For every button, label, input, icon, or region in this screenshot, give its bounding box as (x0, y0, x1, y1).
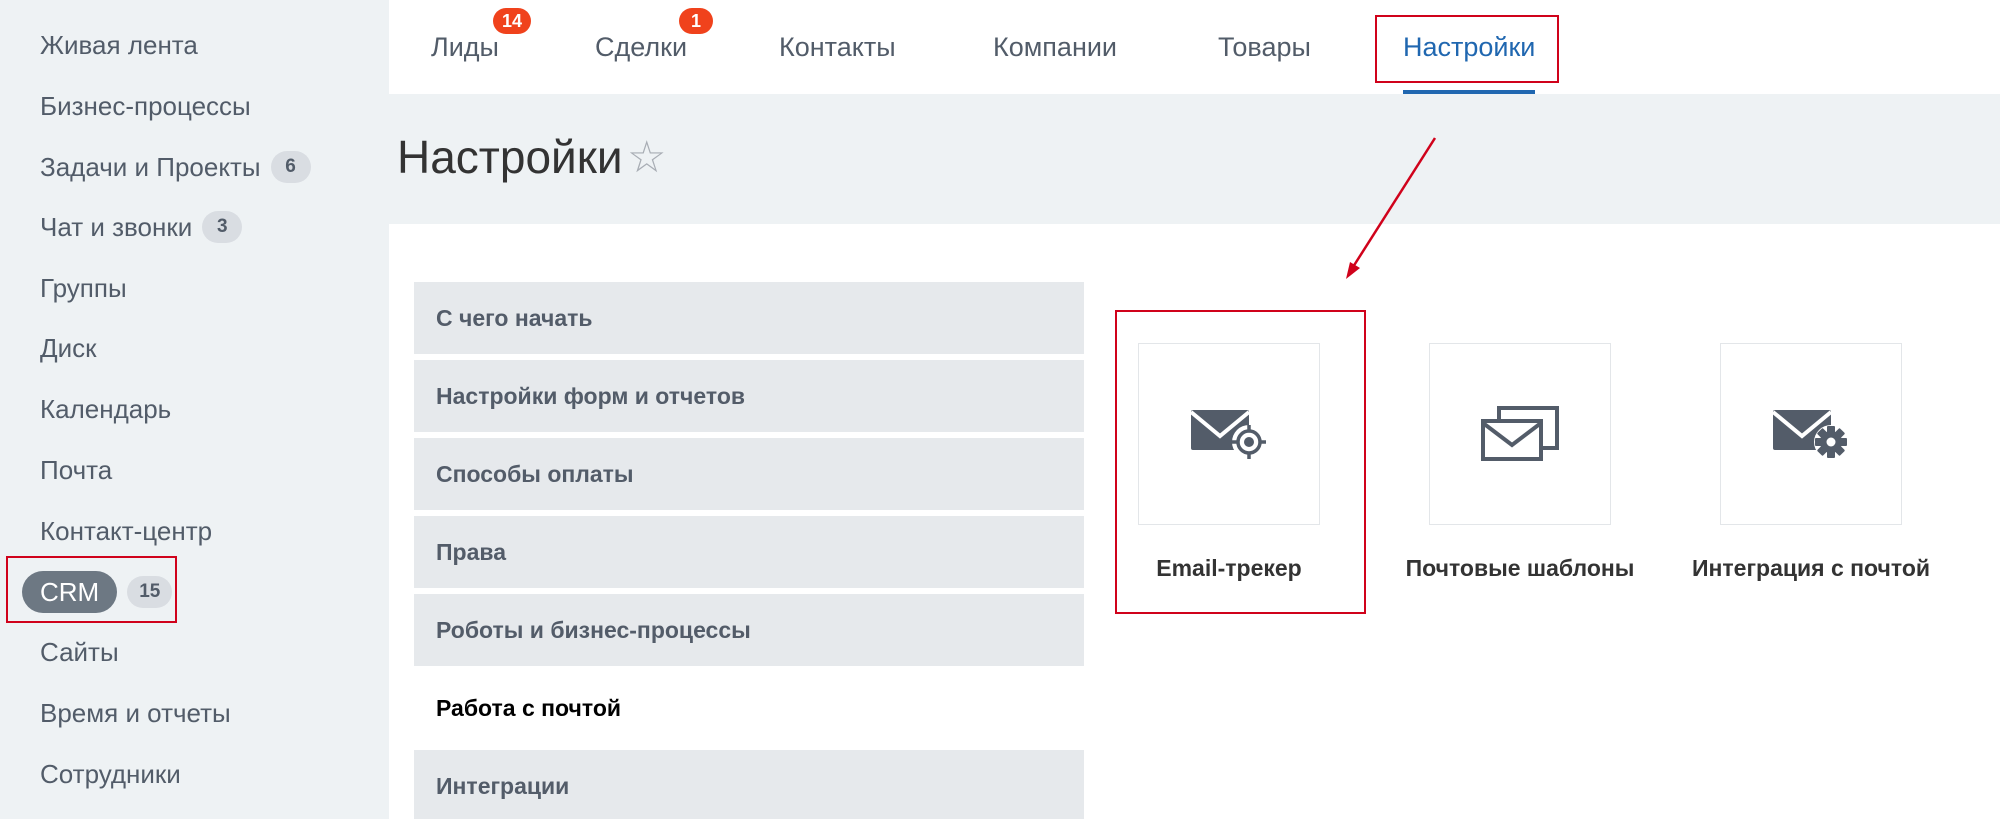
tab-settings[interactable]: Настройки (1403, 0, 1536, 94)
tab-label: Товары (1218, 31, 1311, 62)
sidebar-item-label: Сотрудники (40, 758, 181, 789)
tab-products[interactable]: Товары (1218, 0, 1311, 94)
tab-contacts[interactable]: Контакты (779, 0, 896, 94)
sidebar-item-sites[interactable]: Сайты (40, 628, 119, 676)
tile-email-tracker[interactable]: Email-трекер (1138, 343, 1320, 583)
sidebar-item-business-processes[interactable]: Бизнес-процессы (40, 82, 251, 130)
sidebar-item-label: CRM (22, 571, 118, 613)
sidebar-item-mail[interactable]: Почта (40, 446, 112, 494)
tile-icon-box (1138, 343, 1320, 525)
tab-label: Лиды (431, 31, 499, 62)
sidebar-item-groups[interactable]: Группы (40, 264, 127, 312)
page-header: Настройки ☆ (389, 94, 2000, 224)
menu-item-payment-methods[interactable]: Способы оплаты (414, 438, 1084, 510)
crm-count-badge: 15 (127, 576, 173, 608)
menu-item-integrations[interactable]: Интеграции (414, 750, 1084, 819)
menu-item-label: Способы оплаты (436, 460, 634, 487)
tab-deals[interactable]: Сделки 1 (595, 0, 713, 94)
sidebar-item-label: Почта (40, 454, 113, 485)
menu-item-label: Работа с почтой (436, 694, 622, 721)
menu-item-label: С чего начать (436, 304, 593, 331)
deals-counter-badge: 1 (679, 8, 713, 34)
sidebar-item-label: Группы (40, 272, 127, 303)
menu-item-getting-started[interactable]: С чего начать (414, 282, 1084, 354)
settings-menu: С чего начать Настройки форм и отчетов С… (414, 282, 1084, 819)
tab-leads[interactable]: Лиды 14 (431, 0, 532, 94)
sidebar-item-label: Бизнес-процессы (40, 90, 251, 121)
chat-count-badge: 3 (202, 211, 243, 243)
sidebar-item-label: Задачи и Проекты (40, 151, 261, 182)
tile-label: Email-трекер (1156, 555, 1302, 581)
sidebar-item-employees[interactable]: Сотрудники (40, 750, 181, 798)
sidebar-item-label: Диск (40, 332, 97, 363)
menu-item-label: Роботы и бизнес-процессы (436, 616, 751, 643)
menu-item-forms-reports[interactable]: Настройки форм и отчетов (414, 360, 1084, 432)
sidebar-item-label: Чат и звонки (40, 211, 193, 242)
sidebar-item-crm[interactable]: CRM 15 (22, 568, 173, 616)
tab-label: Контакты (779, 31, 896, 62)
sidebar-item-time-reports[interactable]: Время и отчеты (40, 689, 231, 737)
menu-item-label: Интеграции (436, 772, 570, 799)
sidebar-item-label: Контакт-центр (40, 515, 213, 546)
tile-mail-templates[interactable]: Почтовые шаблоны (1406, 343, 1634, 583)
tab-label: Компании (993, 31, 1118, 62)
sidebar-item-live-feed[interactable]: Живая лента (40, 21, 198, 69)
sidebar-item-label: Календарь (40, 393, 172, 424)
menu-item-robots[interactable]: Роботы и бизнес-процессы (414, 594, 1084, 666)
favorite-star-icon[interactable]: ☆ (627, 132, 666, 183)
tasks-count-badge: 6 (270, 151, 311, 183)
sidebar-item-label: Живая лента (40, 29, 198, 60)
tab-label: Настройки (1403, 31, 1536, 62)
sidebar-item-calendar[interactable]: Календарь (40, 385, 171, 433)
menu-item-mail-work[interactable]: Работа с почтой (414, 672, 1084, 744)
tab-label: Сделки (595, 31, 688, 62)
page-title: Настройки (397, 131, 623, 183)
sidebar-item-label: Время и отчеты (40, 697, 231, 728)
mail-templates-icon (1481, 406, 1559, 461)
tab-companies[interactable]: Компании (993, 0, 1117, 94)
menu-item-label: Настройки форм и отчетов (436, 382, 746, 409)
settings-content: С чего начать Настройки форм и отчетов С… (389, 224, 2000, 819)
crm-tabs-bar: Лиды 14 Сделки 1 Контакты Компании Товар… (389, 0, 2000, 94)
tile-label: Интеграция с почтой (1691, 555, 1931, 581)
sidebar-item-chat[interactable]: Чат и звонки 3 (40, 203, 243, 251)
email-tracker-icon (1189, 410, 1266, 459)
mail-settings-icon (1771, 410, 1848, 459)
tile-mail-integration[interactable]: Интеграция с почтой (1692, 343, 1930, 583)
tile-icon-box (1720, 343, 1902, 525)
sidebar-item-tasks[interactable]: Задачи и Проекты 6 (40, 143, 311, 191)
sidebar-item-contact-center[interactable]: Контакт-центр (40, 507, 212, 555)
menu-item-permissions[interactable]: Права (414, 516, 1084, 588)
tile-label: Почтовые шаблоны (1405, 555, 1635, 581)
sidebar-item-label: Сайты (40, 636, 119, 667)
menu-item-label: Права (436, 538, 506, 565)
tile-icon-box (1429, 343, 1611, 525)
sidebar-item-disk[interactable]: Диск (40, 324, 97, 372)
leads-counter-badge: 14 (493, 8, 532, 34)
sidebar: Живая лента Бизнес-процессы Задачи и Про… (0, 0, 389, 819)
